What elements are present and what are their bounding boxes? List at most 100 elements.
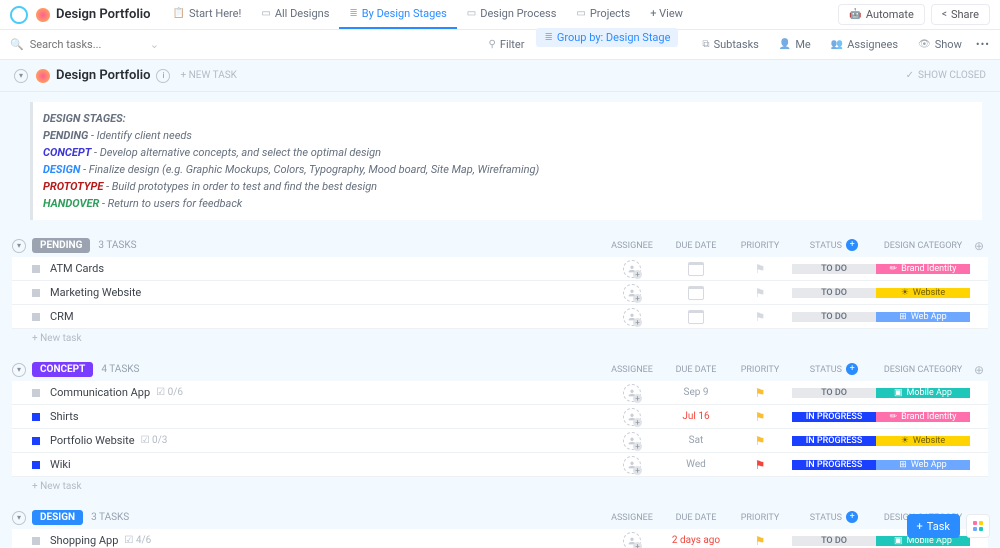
priority-cell[interactable]: ⚑ <box>728 386 792 400</box>
chevron-down-icon[interactable]: ⌄ <box>150 38 159 51</box>
collapse-toggle[interactable]: ▾ <box>12 511 26 525</box>
show-closed-button[interactable]: ✓SHOW CLOSED <box>906 70 986 81</box>
assignee-cell[interactable] <box>600 260 664 278</box>
status-cell[interactable]: TO DO <box>792 388 876 398</box>
app-switcher-button[interactable] <box>966 514 990 538</box>
status-square[interactable] <box>32 537 40 545</box>
col-priority[interactable]: PRIORITY <box>728 513 792 523</box>
group-by-button[interactable]: ≣Group by: Design Stage <box>536 28 678 47</box>
due-cell[interactable] <box>664 286 728 300</box>
task-name[interactable]: ATM Cards <box>50 262 104 275</box>
task-name[interactable]: Portfolio Website <box>50 434 135 447</box>
tab-all-designs[interactable]: ▭All Designs <box>251 0 339 29</box>
col-due[interactable]: DUE DATE <box>664 241 728 251</box>
tab-design-process[interactable]: ▭Design Process <box>457 0 567 29</box>
category-cell[interactable]: ⊞Web App <box>876 460 970 470</box>
task-row[interactable]: CRM ⚑ TO DO ⊞Web App <box>12 305 988 329</box>
assignee-avatar[interactable] <box>623 260 641 278</box>
more-button[interactable]: ••• <box>976 38 990 51</box>
col-category[interactable]: DESIGN CATEGORY <box>876 241 970 251</box>
col-category[interactable]: DESIGN CATEGORY <box>876 365 970 375</box>
due-cell[interactable] <box>664 262 728 276</box>
status-square[interactable] <box>32 265 40 273</box>
priority-cell[interactable]: ⚑ <box>728 458 792 472</box>
plus-icon[interactable]: + <box>846 511 858 523</box>
col-priority[interactable]: PRIORITY <box>728 365 792 375</box>
search-input[interactable] <box>30 38 150 51</box>
collapse-toggle[interactable]: ▾ <box>12 363 26 377</box>
subtask-count[interactable]: ☑ 0/3 <box>141 435 168 446</box>
info-icon[interactable]: i <box>156 69 170 83</box>
status-square[interactable] <box>32 461 40 469</box>
assignee-avatar[interactable] <box>623 384 641 402</box>
status-cell[interactable]: IN PROGRESS <box>792 412 876 422</box>
tab-by-design-stages[interactable]: ≣By Design Stages <box>339 0 456 29</box>
group-pill[interactable]: DESIGN <box>32 510 83 525</box>
priority-cell[interactable]: ⚑ <box>728 410 792 424</box>
plus-icon[interactable]: + <box>846 363 858 375</box>
category-cell[interactable]: ✏Brand Identity <box>876 412 970 422</box>
due-cell[interactable]: Jul 16 <box>664 411 728 422</box>
subtask-count[interactable]: ☑ 4/6 <box>124 535 151 546</box>
status-square[interactable] <box>32 389 40 397</box>
col-status[interactable]: STATUS + <box>792 512 876 524</box>
task-row[interactable]: Marketing Website ⚑ TO DO ☀Website <box>12 281 988 305</box>
assignee-cell[interactable] <box>600 384 664 402</box>
col-status[interactable]: STATUS + <box>792 364 876 376</box>
task-name[interactable]: CRM <box>50 310 74 323</box>
new-task-fab[interactable]: +Task <box>907 514 960 538</box>
assignee-avatar[interactable] <box>623 432 641 450</box>
subtasks-button[interactable]: ⧉Subtasks <box>694 35 766 54</box>
priority-cell[interactable]: ⚑ <box>728 310 792 324</box>
assignees-button[interactable]: 👥Assignees <box>823 35 906 54</box>
status-square[interactable] <box>32 313 40 321</box>
due-cell[interactable]: Sep 9 <box>664 387 728 398</box>
group-pill[interactable]: PENDING <box>32 238 90 253</box>
col-due[interactable]: DUE DATE <box>664 365 728 375</box>
priority-cell[interactable]: ⚑ <box>728 286 792 300</box>
category-cell[interactable]: ✏Brand Identity <box>876 264 970 274</box>
automate-button[interactable]: 🤖Automate <box>838 4 924 25</box>
filter-button[interactable]: ⚲Filter <box>481 35 533 54</box>
folder-name[interactable]: Design Portfolio <box>56 68 150 83</box>
add-view-button[interactable]: + View <box>640 0 693 29</box>
task-row[interactable]: Portfolio Website ☑ 0/3 Sat ⚑ IN PROGRES… <box>12 429 988 453</box>
status-cell[interactable]: IN PROGRESS <box>792 460 876 470</box>
plus-icon[interactable]: + <box>846 239 858 251</box>
app-logo[interactable] <box>10 6 28 24</box>
col-assignee[interactable]: ASSIGNEE <box>600 241 664 251</box>
col-priority[interactable]: PRIORITY <box>728 241 792 251</box>
task-row[interactable]: Shirts Jul 16 ⚑ IN PROGRESS ✏Brand Ident… <box>12 405 988 429</box>
status-square[interactable] <box>32 437 40 445</box>
due-cell[interactable] <box>664 310 728 324</box>
add-column-button[interactable]: ⊕ <box>970 239 988 253</box>
priority-cell[interactable]: ⚑ <box>728 434 792 448</box>
assignee-cell[interactable] <box>600 532 664 548</box>
status-square[interactable] <box>32 289 40 297</box>
assignee-avatar[interactable] <box>623 308 641 326</box>
assignee-cell[interactable] <box>600 408 664 426</box>
assignee-cell[interactable] <box>600 456 664 474</box>
group-pill[interactable]: CONCEPT <box>32 362 93 377</box>
status-cell[interactable]: TO DO <box>792 264 876 274</box>
due-cell[interactable]: 2 days ago <box>664 535 728 546</box>
category-cell[interactable]: ▣Mobile App <box>876 388 970 398</box>
task-name[interactable]: Shirts <box>50 410 79 423</box>
priority-cell[interactable]: ⚑ <box>728 534 792 548</box>
category-cell[interactable]: ⊞Web App <box>876 312 970 322</box>
assignee-avatar[interactable] <box>623 408 641 426</box>
new-task-row[interactable]: + New task <box>12 329 988 344</box>
assignee-avatar[interactable] <box>623 532 641 548</box>
assignee-cell[interactable] <box>600 308 664 326</box>
priority-cell[interactable]: ⚑ <box>728 262 792 276</box>
task-name[interactable]: Wiki <box>50 458 71 471</box>
status-cell[interactable]: TO DO <box>792 312 876 322</box>
tab-start-here-[interactable]: 📋Start Here! <box>162 0 251 29</box>
col-status[interactable]: STATUS + <box>792 240 876 252</box>
search-box[interactable]: 🔍 ⌄ <box>10 38 477 51</box>
collapse-toggle[interactable]: ▾ <box>12 239 26 253</box>
col-assignee[interactable]: ASSIGNEE <box>600 365 664 375</box>
new-task-row[interactable]: + New task <box>12 477 988 492</box>
task-name[interactable]: Marketing Website <box>50 286 141 299</box>
share-button[interactable]: <Share <box>931 4 990 25</box>
